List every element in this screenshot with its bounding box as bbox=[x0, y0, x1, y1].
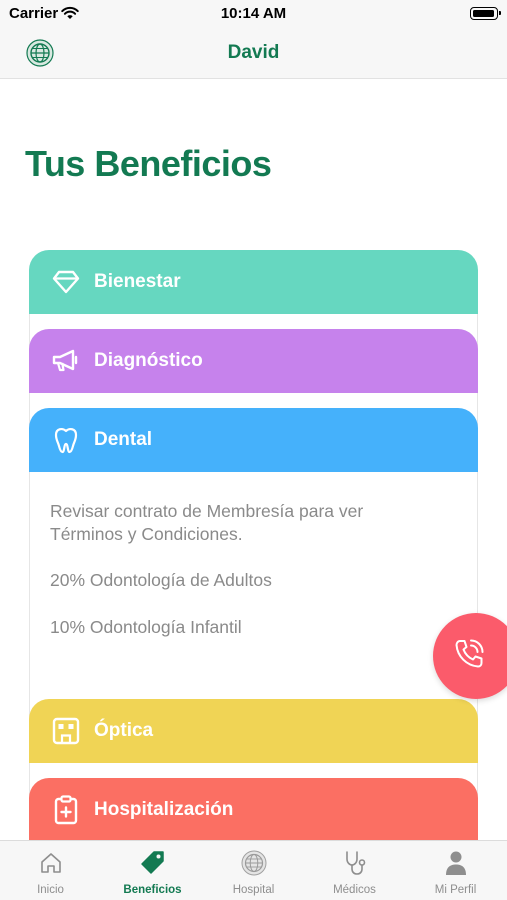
dental-detail-text: Revisar contrato de Membresía para ver bbox=[50, 501, 364, 521]
tab-label: Mi Perfil bbox=[434, 884, 477, 896]
navigation-bar: David bbox=[0, 28, 507, 79]
tab-bar: Inicio Beneficios Hospital Médicos Mi Pe… bbox=[0, 840, 507, 900]
tooth-icon bbox=[51, 425, 81, 455]
globe-logo-icon bbox=[241, 850, 267, 876]
tab-mi-perfil[interactable]: Mi Perfil bbox=[405, 841, 506, 900]
stethoscope-icon bbox=[342, 850, 368, 876]
page-title: Tus Beneficios bbox=[25, 143, 272, 184]
tab-label: Hospital bbox=[232, 884, 275, 896]
glasses-icon bbox=[51, 716, 81, 746]
tab-hospital[interactable]: Hospital bbox=[203, 841, 304, 900]
tab-label: Inicio bbox=[37, 884, 64, 896]
benefit-card-optica[interactable]: Óptica bbox=[29, 699, 478, 763]
tab-label: Beneficios bbox=[123, 884, 182, 896]
tab-medicos[interactable]: Médicos bbox=[304, 841, 405, 900]
dental-detail-text: 20% Odontología de Adultos bbox=[50, 570, 272, 590]
tab-inicio[interactable]: Inicio bbox=[0, 841, 101, 900]
benefit-card-hospitalizacion[interactable]: Hospitalización bbox=[29, 778, 478, 842]
tag-icon bbox=[140, 850, 166, 876]
status-bar: Carrier 10:14 AM bbox=[0, 0, 507, 28]
benefit-label: Bienestar bbox=[94, 271, 181, 292]
benefit-label: Diagnóstico bbox=[94, 350, 203, 371]
benefit-card-bienestar[interactable]: Bienestar bbox=[29, 250, 478, 314]
nav-title: David bbox=[227, 42, 280, 63]
benefit-label: Óptica bbox=[94, 720, 154, 741]
megaphone-icon bbox=[51, 346, 81, 376]
home-icon bbox=[38, 850, 64, 876]
person-icon bbox=[443, 850, 469, 876]
dental-detail-text: 10% Odontología Infantil bbox=[50, 617, 242, 637]
clock: 10:14 AM bbox=[220, 5, 287, 22]
diamond-icon bbox=[51, 267, 81, 297]
benefit-card-diagnostico[interactable]: Diagnóstico bbox=[29, 329, 478, 393]
benefit-label: Dental bbox=[94, 429, 153, 450]
clipboard-medical-icon bbox=[51, 795, 81, 825]
benefit-label: Hospitalización bbox=[94, 799, 234, 820]
battery-icon bbox=[470, 7, 501, 20]
tab-label: Médicos bbox=[333, 884, 376, 896]
dental-detail-text: Términos y Condiciones. bbox=[50, 524, 243, 544]
phone-call-icon bbox=[452, 637, 486, 676]
benefit-card-dental[interactable]: Dental bbox=[29, 408, 478, 472]
tab-beneficios[interactable]: Beneficios bbox=[102, 841, 203, 900]
